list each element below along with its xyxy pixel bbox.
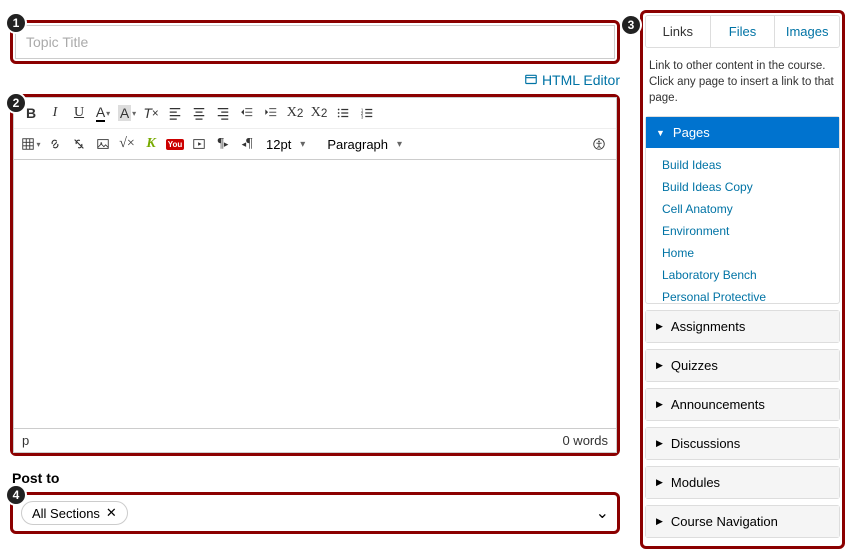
unlink-icon[interactable] [68, 133, 90, 155]
accordion-quizzes[interactable]: ▶ Quizzes [645, 349, 840, 382]
html-editor-toggle[interactable]: HTML Editor [10, 72, 620, 90]
acc-label: Announcements [671, 397, 765, 412]
chip-remove-icon[interactable]: ✕ [106, 505, 117, 521]
italic-icon[interactable]: I [44, 102, 66, 124]
image-icon[interactable] [92, 133, 114, 155]
page-link[interactable]: Build Ideas Copy [646, 176, 839, 198]
indent-icon[interactable] [260, 102, 282, 124]
html-editor-label: HTML Editor [542, 72, 620, 88]
underline-icon[interactable]: U [68, 102, 90, 124]
page-link[interactable]: Environment [646, 220, 839, 242]
caret-right-icon: ▶ [656, 360, 663, 371]
number-list-icon[interactable]: 123 [356, 102, 378, 124]
chevron-down-icon[interactable]: ⌄ [596, 503, 609, 523]
align-center-icon[interactable] [188, 102, 210, 124]
accordion-coursenav[interactable]: ▶ Course Navigation [645, 505, 840, 538]
accordion-modules[interactable]: ▶ Modules [645, 466, 840, 499]
caret-right-icon: ▶ [656, 438, 663, 449]
accessibility-icon[interactable] [588, 133, 610, 155]
subscript-icon[interactable]: X2 [308, 102, 330, 124]
editor-toolbar: B I U A▾ A▾ T× X2 X2 123 ▾ √× K You ¶▸ ◂… [13, 97, 617, 159]
sidebar-help-text: Link to other content in the course. Cli… [645, 48, 840, 116]
accordion-announcements[interactable]: ▶ Announcements [645, 388, 840, 421]
youtube-icon[interactable]: You [164, 133, 186, 155]
editor-path: p [22, 433, 29, 448]
acc-label: Course Navigation [671, 514, 778, 529]
caret-right-icon: ▶ [656, 399, 663, 410]
clear-format-icon[interactable]: T× [140, 102, 162, 124]
superscript-icon[interactable]: X2 [284, 102, 306, 124]
ltr-icon[interactable]: ¶▸ [212, 133, 234, 155]
tab-links[interactable]: Links [646, 16, 710, 47]
outdent-icon[interactable] [236, 102, 258, 124]
tab-files[interactable]: Files [710, 16, 775, 47]
accordion-pages: ▼ Pages Build Ideas Build Ideas Copy Cell… [645, 116, 840, 304]
sidebar-tabs: Links Files Images [645, 15, 840, 48]
caret-down-icon: ▼ [656, 128, 665, 138]
content-selector-region: Links Files Images Link to other content… [640, 10, 845, 549]
acc-label: Assignments [671, 319, 745, 334]
caret-right-icon: ▶ [656, 516, 663, 527]
accordion-discussions[interactable]: ▶ Discussions [645, 427, 840, 460]
page-link[interactable]: Cell Anatomy [646, 198, 839, 220]
page-link[interactable]: Laboratory Bench [646, 264, 839, 286]
editor-status-bar: p 0 words [13, 429, 617, 453]
word-count: 0 words [562, 433, 608, 448]
editor-region: B I U A▾ A▾ T× X2 X2 123 ▾ √× K You ¶▸ ◂… [10, 94, 620, 456]
caret-right-icon: ▶ [656, 321, 663, 332]
caret-right-icon: ▶ [656, 477, 663, 488]
page-link[interactable]: Home [646, 242, 839, 264]
callout-4: 4 [5, 484, 27, 506]
title-region [10, 20, 620, 64]
topic-title-input[interactable] [15, 25, 615, 59]
bg-color-icon[interactable]: A▾ [116, 102, 138, 124]
acc-label: Pages [673, 125, 710, 140]
align-right-icon[interactable] [212, 102, 234, 124]
page-link[interactable]: Personal Protective Equipment [646, 286, 839, 303]
chip-label: All Sections [32, 506, 100, 521]
callout-2: 2 [5, 92, 27, 114]
post-to-chip[interactable]: All Sections ✕ [21, 501, 128, 525]
callout-3: 3 [620, 14, 642, 36]
acc-label: Quizzes [671, 358, 718, 373]
post-to-field[interactable]: All Sections ✕ ⌄ [10, 492, 620, 534]
editor-textarea[interactable] [13, 159, 617, 429]
tab-images[interactable]: Images [774, 16, 839, 47]
text-color-icon[interactable]: A▾ [92, 102, 114, 124]
link-icon[interactable] [44, 133, 66, 155]
media-icon[interactable] [188, 133, 210, 155]
pages-list: Build Ideas Build Ideas Copy Cell Anatom… [646, 148, 839, 303]
align-left-icon[interactable] [164, 102, 186, 124]
acc-label: Modules [671, 475, 720, 490]
equation-icon[interactable]: √× [116, 133, 138, 155]
post-to-label: Post to [12, 470, 620, 486]
rtl-icon[interactable]: ◂¶ [236, 133, 258, 155]
accordion-pages-header[interactable]: ▼ Pages [646, 117, 839, 148]
table-icon[interactable]: ▾ [20, 133, 42, 155]
page-link[interactable]: Build Ideas [646, 154, 839, 176]
paragraph-format-select[interactable]: Paragraph [321, 135, 406, 154]
kaltura-icon[interactable]: K [140, 133, 162, 155]
font-size-select[interactable]: 12pt [260, 135, 309, 154]
accordion-assignments[interactable]: ▶ Assignments [645, 310, 840, 343]
bullet-list-icon[interactable] [332, 102, 354, 124]
callout-1: 1 [5, 12, 27, 34]
svg-text:3: 3 [361, 114, 364, 119]
acc-label: Discussions [671, 436, 740, 451]
